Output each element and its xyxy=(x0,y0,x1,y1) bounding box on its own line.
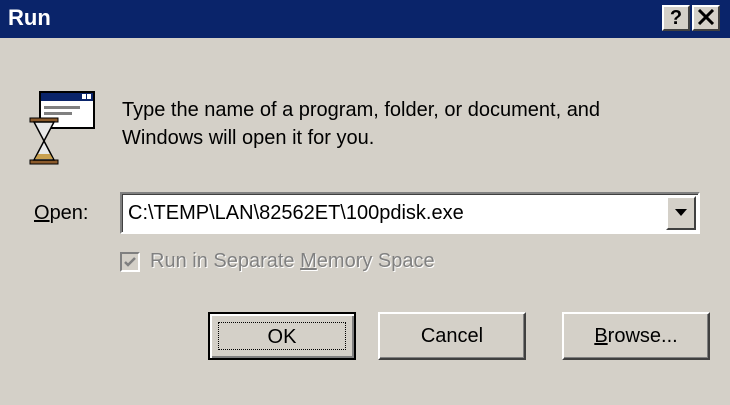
close-icon xyxy=(697,9,715,25)
separate-memory-checkbox xyxy=(120,252,140,272)
browse-button-label: rowse... xyxy=(607,325,678,347)
title-bar[interactable]: Run ? xyxy=(0,0,730,38)
cancel-button-label: Cancel xyxy=(420,325,484,347)
instruction-text: Type the name of a program, folder, or d… xyxy=(122,96,702,152)
help-button[interactable]: ? xyxy=(662,5,690,31)
chevron-down-icon xyxy=(675,209,687,216)
separate-memory-label-start: Run in Separate xyxy=(150,250,301,272)
browse-button[interactable]: Browse... xyxy=(562,312,710,360)
instruction-line-2: Windows will open it for you. xyxy=(122,127,375,149)
open-label-text: pen: xyxy=(49,202,89,224)
ok-focus-rect: OK xyxy=(218,322,346,350)
cancel-button[interactable]: Cancel xyxy=(378,312,526,360)
run-dialog: Run ? Type the name of a program, folder… xyxy=(0,0,730,405)
instruction-line-1: Type the name of a program, folder, or d… xyxy=(122,99,601,121)
window-title: Run xyxy=(8,5,51,30)
help-icon: ? xyxy=(669,7,683,29)
open-dropdown-button[interactable] xyxy=(666,196,696,230)
run-program-icon xyxy=(29,91,95,165)
checkmark-icon xyxy=(124,257,136,267)
close-button[interactable] xyxy=(692,5,720,31)
open-label: Open: xyxy=(34,202,89,225)
separate-memory-label-accelerator: M xyxy=(300,250,317,272)
separate-memory-label-end: emory Space xyxy=(316,250,435,272)
browse-button-accelerator: B xyxy=(594,325,608,347)
open-input[interactable] xyxy=(128,194,658,232)
open-label-accelerator: O xyxy=(34,202,50,224)
ok-button[interactable]: OK xyxy=(208,312,356,360)
open-combobox[interactable] xyxy=(120,192,700,234)
ok-button-label: OK xyxy=(267,326,297,348)
separate-memory-label: Run in Separate Memory Space xyxy=(150,250,435,273)
